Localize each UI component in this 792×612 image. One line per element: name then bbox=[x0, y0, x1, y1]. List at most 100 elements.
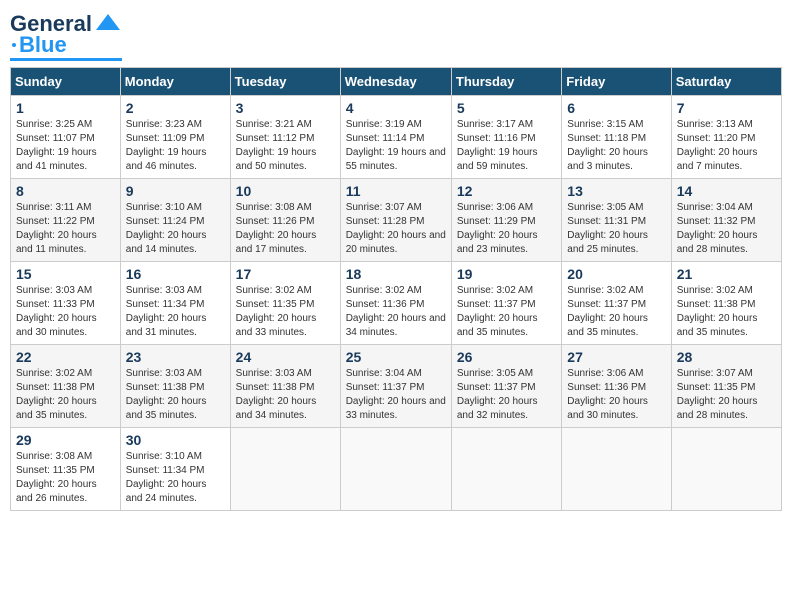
calendar-cell: 8 Sunrise: 3:11 AMSunset: 11:22 PMDaylig… bbox=[11, 179, 121, 262]
day-number: 4 bbox=[346, 100, 446, 116]
day-info: Sunrise: 3:02 AMSunset: 11:38 PMDaylight… bbox=[16, 367, 115, 423]
day-number: 1 bbox=[16, 100, 115, 116]
day-number: 30 bbox=[126, 432, 225, 448]
day-info: Sunrise: 3:15 AMSunset: 11:18 PMDaylight… bbox=[567, 118, 665, 174]
day-number: 20 bbox=[567, 266, 665, 282]
day-number: 21 bbox=[677, 266, 776, 282]
day-info: Sunrise: 3:03 AMSunset: 11:38 PMDaylight… bbox=[126, 367, 225, 423]
weekday-header-monday: Monday bbox=[120, 68, 230, 96]
week-row-4: 22 Sunrise: 3:02 AMSunset: 11:38 PMDayli… bbox=[11, 345, 782, 428]
week-row-2: 8 Sunrise: 3:11 AMSunset: 11:22 PMDaylig… bbox=[11, 179, 782, 262]
day-info: Sunrise: 3:05 AMSunset: 11:37 PMDaylight… bbox=[457, 367, 556, 423]
weekday-header-friday: Friday bbox=[562, 68, 671, 96]
calendar-cell: 21 Sunrise: 3:02 AMSunset: 11:38 PMDayli… bbox=[671, 262, 781, 345]
calendar-cell: 29 Sunrise: 3:08 AMSunset: 11:35 PMDayli… bbox=[11, 428, 121, 511]
calendar-cell: 23 Sunrise: 3:03 AMSunset: 11:38 PMDayli… bbox=[120, 345, 230, 428]
day-number: 19 bbox=[457, 266, 556, 282]
day-number: 13 bbox=[567, 183, 665, 199]
day-number: 17 bbox=[236, 266, 335, 282]
day-number: 16 bbox=[126, 266, 225, 282]
calendar-cell: 22 Sunrise: 3:02 AMSunset: 11:38 PMDayli… bbox=[11, 345, 121, 428]
day-number: 25 bbox=[346, 349, 446, 365]
calendar-cell: 20 Sunrise: 3:02 AMSunset: 11:37 PMDayli… bbox=[562, 262, 671, 345]
day-info: Sunrise: 3:06 AMSunset: 11:29 PMDaylight… bbox=[457, 201, 556, 257]
day-info: Sunrise: 3:25 AMSunset: 11:07 PMDaylight… bbox=[16, 118, 115, 174]
day-info: Sunrise: 3:03 AMSunset: 11:38 PMDaylight… bbox=[236, 367, 335, 423]
day-number: 11 bbox=[346, 183, 446, 199]
header: General Blue bbox=[10, 10, 782, 61]
day-info: Sunrise: 3:02 AMSunset: 11:37 PMDaylight… bbox=[457, 284, 556, 340]
day-number: 7 bbox=[677, 100, 776, 116]
day-number: 15 bbox=[16, 266, 115, 282]
day-number: 2 bbox=[126, 100, 225, 116]
day-info: Sunrise: 3:19 AMSunset: 11:14 PMDaylight… bbox=[346, 118, 446, 174]
week-row-3: 15 Sunrise: 3:03 AMSunset: 11:33 PMDayli… bbox=[11, 262, 782, 345]
day-number: 26 bbox=[457, 349, 556, 365]
week-row-1: 1 Sunrise: 3:25 AMSunset: 11:07 PMDaylig… bbox=[11, 96, 782, 179]
day-info: Sunrise: 3:07 AMSunset: 11:35 PMDaylight… bbox=[677, 367, 776, 423]
weekday-header-saturday: Saturday bbox=[671, 68, 781, 96]
calendar-cell: 14 Sunrise: 3:04 AMSunset: 11:32 PMDayli… bbox=[671, 179, 781, 262]
day-info: Sunrise: 3:23 AMSunset: 11:09 PMDaylight… bbox=[126, 118, 225, 174]
calendar-cell bbox=[451, 428, 561, 511]
calendar-cell bbox=[230, 428, 340, 511]
day-info: Sunrise: 3:02 AMSunset: 11:36 PMDaylight… bbox=[346, 284, 446, 340]
day-info: Sunrise: 3:08 AMSunset: 11:26 PMDaylight… bbox=[236, 201, 335, 257]
calendar-cell: 9 Sunrise: 3:10 AMSunset: 11:24 PMDaylig… bbox=[120, 179, 230, 262]
calendar-cell: 10 Sunrise: 3:08 AMSunset: 11:26 PMDayli… bbox=[230, 179, 340, 262]
day-number: 5 bbox=[457, 100, 556, 116]
calendar-cell: 18 Sunrise: 3:02 AMSunset: 11:36 PMDayli… bbox=[340, 262, 451, 345]
calendar-cell: 28 Sunrise: 3:07 AMSunset: 11:35 PMDayli… bbox=[671, 345, 781, 428]
calendar-cell: 2 Sunrise: 3:23 AMSunset: 11:09 PMDaylig… bbox=[120, 96, 230, 179]
day-number: 3 bbox=[236, 100, 335, 116]
day-info: Sunrise: 3:02 AMSunset: 11:35 PMDaylight… bbox=[236, 284, 335, 340]
calendar-table: SundayMondayTuesdayWednesdayThursdayFrid… bbox=[10, 67, 782, 511]
logo: General Blue bbox=[10, 10, 122, 61]
day-number: 9 bbox=[126, 183, 225, 199]
logo-divider bbox=[10, 58, 122, 61]
calendar-cell: 24 Sunrise: 3:03 AMSunset: 11:38 PMDayli… bbox=[230, 345, 340, 428]
calendar-cell bbox=[340, 428, 451, 511]
calendar-cell: 3 Sunrise: 3:21 AMSunset: 11:12 PMDaylig… bbox=[230, 96, 340, 179]
day-info: Sunrise: 3:08 AMSunset: 11:35 PMDaylight… bbox=[16, 450, 115, 506]
day-number: 27 bbox=[567, 349, 665, 365]
calendar-cell: 11 Sunrise: 3:07 AMSunset: 11:28 PMDayli… bbox=[340, 179, 451, 262]
day-info: Sunrise: 3:06 AMSunset: 11:36 PMDaylight… bbox=[567, 367, 665, 423]
calendar-cell: 30 Sunrise: 3:10 AMSunset: 11:34 PMDayli… bbox=[120, 428, 230, 511]
calendar-cell: 5 Sunrise: 3:17 AMSunset: 11:16 PMDaylig… bbox=[451, 96, 561, 179]
logo-icon bbox=[94, 10, 122, 38]
week-row-5: 29 Sunrise: 3:08 AMSunset: 11:35 PMDayli… bbox=[11, 428, 782, 511]
day-number: 23 bbox=[126, 349, 225, 365]
day-info: Sunrise: 3:13 AMSunset: 11:20 PMDaylight… bbox=[677, 118, 776, 174]
day-info: Sunrise: 3:02 AMSunset: 11:37 PMDaylight… bbox=[567, 284, 665, 340]
day-number: 10 bbox=[236, 183, 335, 199]
day-info: Sunrise: 3:10 AMSunset: 11:24 PMDaylight… bbox=[126, 201, 225, 257]
day-info: Sunrise: 3:11 AMSunset: 11:22 PMDaylight… bbox=[16, 201, 115, 257]
day-number: 14 bbox=[677, 183, 776, 199]
calendar-cell: 12 Sunrise: 3:06 AMSunset: 11:29 PMDayli… bbox=[451, 179, 561, 262]
calendar-cell: 6 Sunrise: 3:15 AMSunset: 11:18 PMDaylig… bbox=[562, 96, 671, 179]
day-number: 12 bbox=[457, 183, 556, 199]
calendar-cell: 16 Sunrise: 3:03 AMSunset: 11:34 PMDayli… bbox=[120, 262, 230, 345]
day-info: Sunrise: 3:03 AMSunset: 11:34 PMDaylight… bbox=[126, 284, 225, 340]
calendar-cell: 1 Sunrise: 3:25 AMSunset: 11:07 PMDaylig… bbox=[11, 96, 121, 179]
calendar-cell: 25 Sunrise: 3:04 AMSunset: 11:37 PMDayli… bbox=[340, 345, 451, 428]
day-number: 29 bbox=[16, 432, 115, 448]
day-number: 18 bbox=[346, 266, 446, 282]
day-info: Sunrise: 3:02 AMSunset: 11:38 PMDaylight… bbox=[677, 284, 776, 340]
day-number: 8 bbox=[16, 183, 115, 199]
calendar-cell: 15 Sunrise: 3:03 AMSunset: 11:33 PMDayli… bbox=[11, 262, 121, 345]
calendar-cell bbox=[562, 428, 671, 511]
day-number: 24 bbox=[236, 349, 335, 365]
day-number: 6 bbox=[567, 100, 665, 116]
calendar-cell bbox=[671, 428, 781, 511]
calendar-cell: 7 Sunrise: 3:13 AMSunset: 11:20 PMDaylig… bbox=[671, 96, 781, 179]
calendar-cell: 17 Sunrise: 3:02 AMSunset: 11:35 PMDayli… bbox=[230, 262, 340, 345]
weekday-header-tuesday: Tuesday bbox=[230, 68, 340, 96]
weekday-header-wednesday: Wednesday bbox=[340, 68, 451, 96]
day-info: Sunrise: 3:21 AMSunset: 11:12 PMDaylight… bbox=[236, 118, 335, 174]
day-number: 22 bbox=[16, 349, 115, 365]
day-info: Sunrise: 3:03 AMSunset: 11:33 PMDaylight… bbox=[16, 284, 115, 340]
calendar-cell: 26 Sunrise: 3:05 AMSunset: 11:37 PMDayli… bbox=[451, 345, 561, 428]
calendar-cell: 27 Sunrise: 3:06 AMSunset: 11:36 PMDayli… bbox=[562, 345, 671, 428]
